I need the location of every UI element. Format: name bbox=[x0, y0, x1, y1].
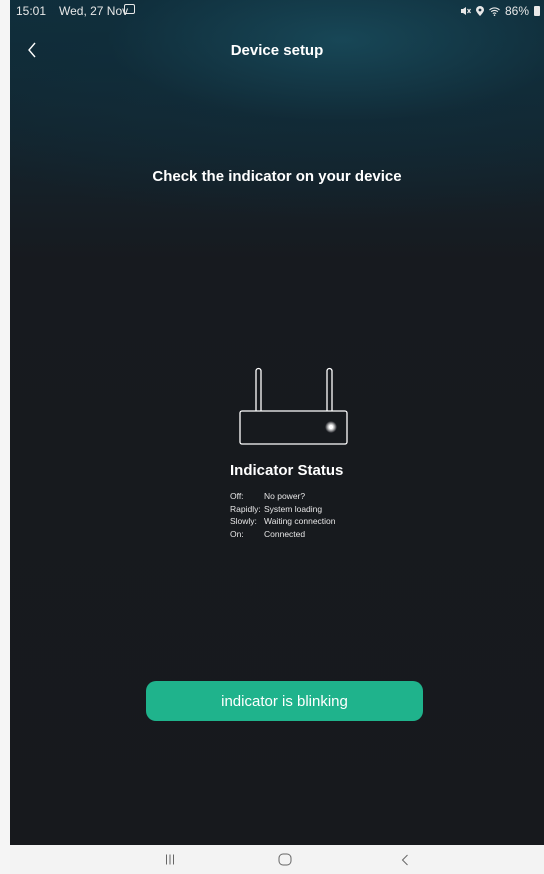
legend-value: Waiting connection bbox=[264, 516, 336, 526]
top-bar: Device setup bbox=[10, 36, 544, 64]
legend-value: Connected bbox=[264, 528, 306, 539]
instruction-heading: Check the indicator on your device bbox=[152, 168, 402, 185]
status-date: Wed, 27 Nov bbox=[59, 4, 129, 18]
system-nav-bar bbox=[10, 845, 544, 874]
indicator-status-title: Indicator Status bbox=[230, 462, 344, 479]
gallery-notification-icon bbox=[124, 4, 135, 14]
wifi-icon bbox=[489, 6, 500, 16]
battery-percent: 86% bbox=[504, 4, 529, 18]
legend-row-slowly: Slowly: Waiting connection bbox=[230, 515, 336, 528]
status-bar: 15:01 Wed, 27 Nov 86% bbox=[10, 0, 544, 22]
legend-value: No power? bbox=[264, 491, 306, 501]
status-icons: 86% bbox=[460, 4, 540, 18]
legend-key: On: bbox=[230, 528, 244, 539]
back-nav-button[interactable] bbox=[385, 845, 425, 874]
legend-value: System loading bbox=[264, 503, 323, 514]
page-title: Device setup bbox=[230, 42, 324, 59]
status-time: 15:01 bbox=[16, 4, 47, 18]
recents-icon bbox=[166, 854, 174, 865]
home-icon bbox=[278, 853, 292, 866]
battery-icon bbox=[534, 6, 540, 16]
legend-row-rapidly: Rapidly: System loading bbox=[230, 503, 336, 516]
legend-row-on: On: Connected bbox=[230, 528, 336, 541]
legend-key: Slowly: bbox=[230, 516, 257, 526]
home-button[interactable] bbox=[265, 845, 305, 874]
legend-key: Off: bbox=[230, 491, 244, 501]
router-icon bbox=[239, 367, 348, 445]
location-icon bbox=[475, 6, 484, 16]
legend-row-off: Off: No power? bbox=[230, 490, 336, 503]
mute-icon bbox=[460, 7, 471, 15]
indicator-blinking-button[interactable]: indicator is blinking bbox=[146, 681, 423, 721]
back-nav-icon bbox=[401, 854, 408, 865]
recents-button[interactable] bbox=[150, 845, 190, 874]
app-screen: 15:01 Wed, 27 Nov 86% Device setup Check… bbox=[10, 0, 544, 845]
legend-key: Rapidly: bbox=[230, 503, 261, 514]
indicator-legend: Off: No power? Rapidly: System loading S… bbox=[230, 490, 336, 540]
